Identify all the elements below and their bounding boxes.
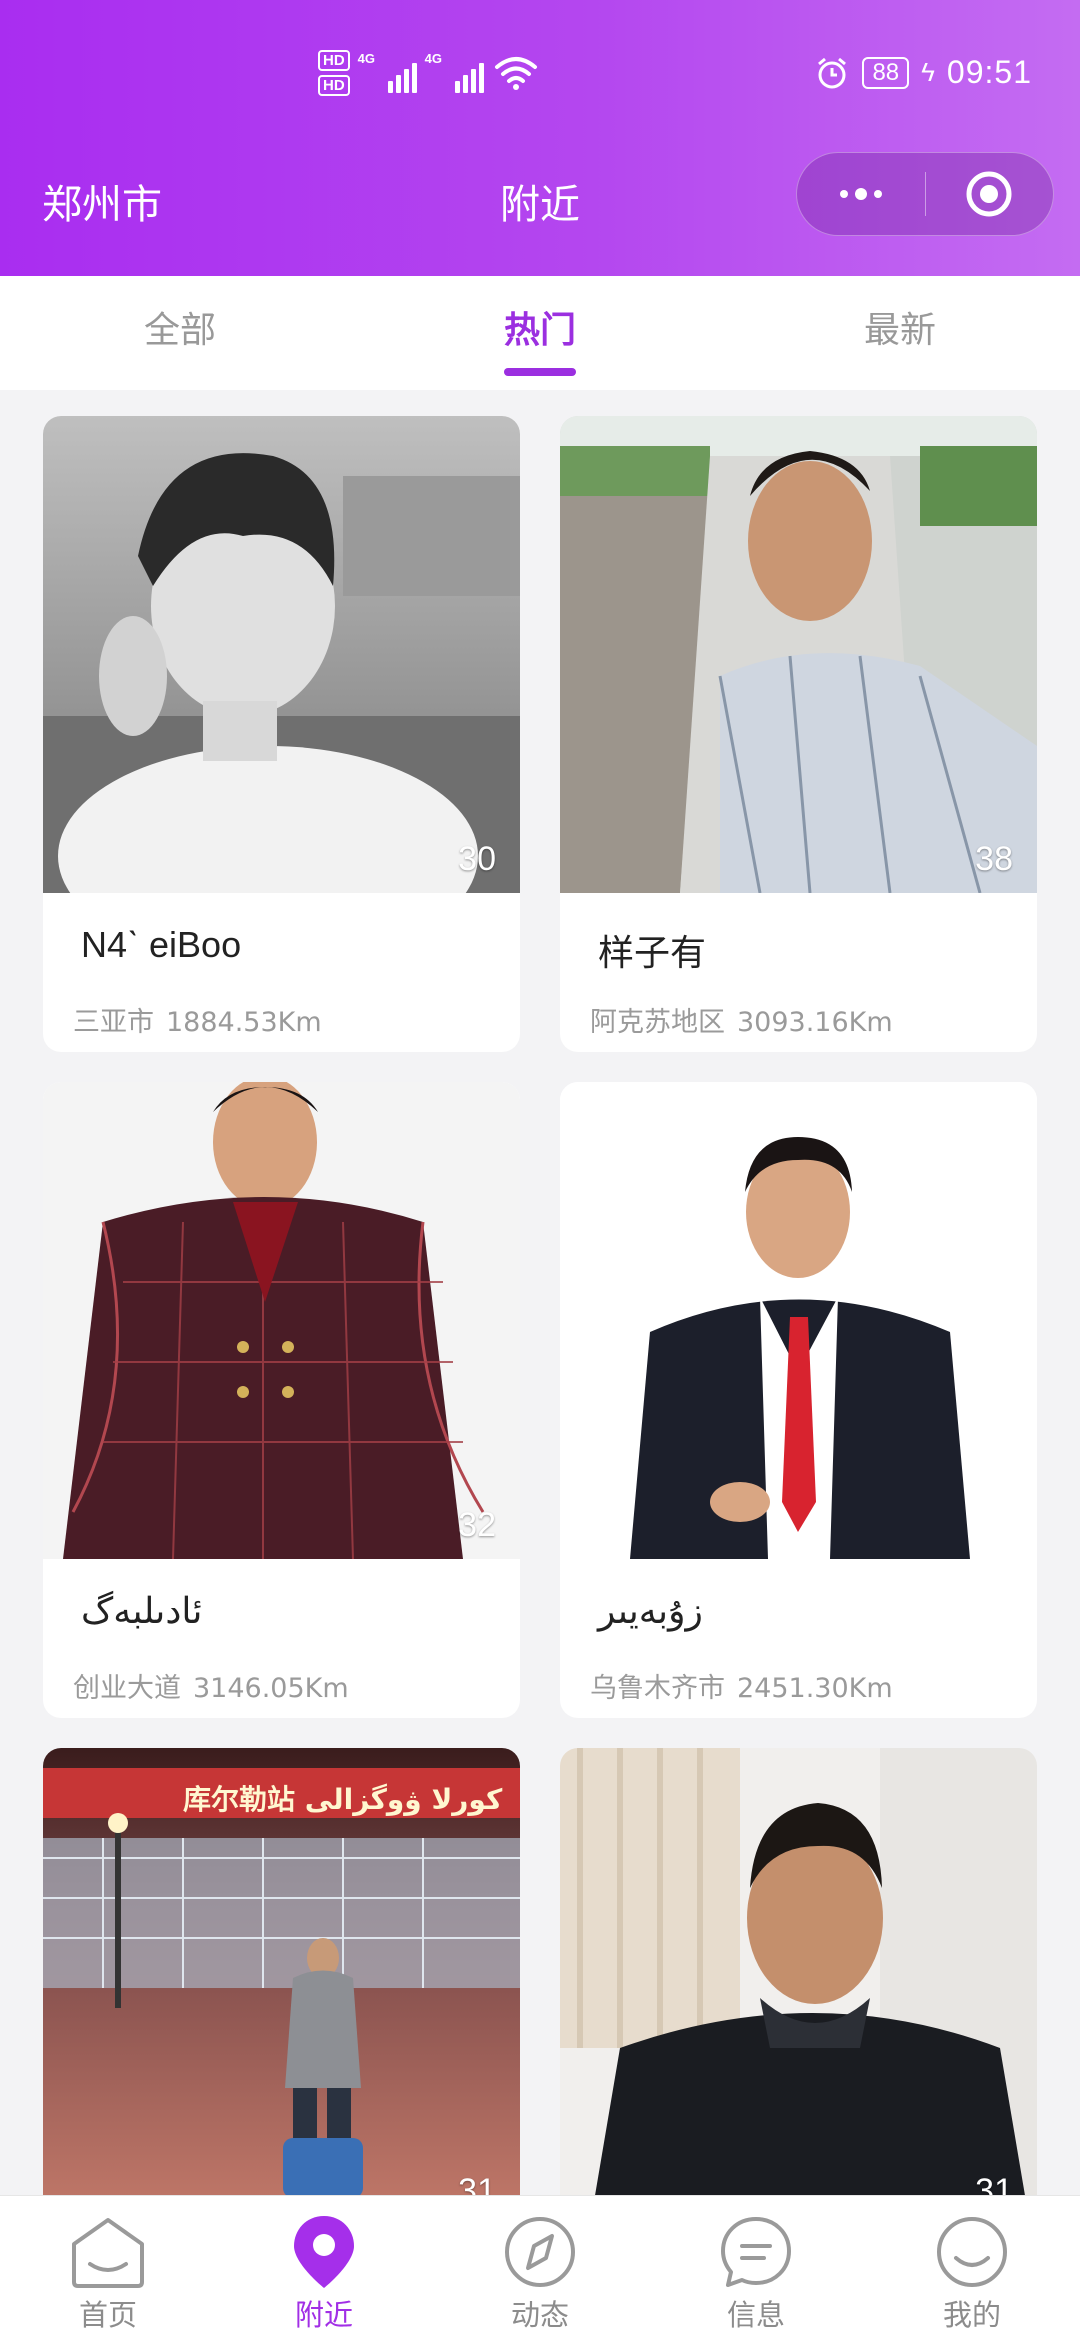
distance: 2451.30Km <box>737 1673 893 1704</box>
message-icon <box>721 2217 791 2287</box>
user-photo: 38 <box>560 416 1037 893</box>
user-card[interactable]: 31 库尔勒站 كورلا ۋوگزالى <box>43 1748 520 2195</box>
app-header: HD HD 4G 4G 88 ϟ 09:51 郑州市 附近 <box>0 0 1080 276</box>
user-card[interactable]: 31 <box>560 1748 1037 2195</box>
target-circle-icon[interactable] <box>926 152 1054 236</box>
user-card-grid: 30 N4ˋ eiBoo 三亚市 1884.53Km 38 样子有 阿克苏地区 … <box>0 390 1080 2195</box>
nav-label: 信息 <box>726 2298 785 2332</box>
age-badge: 31 <box>975 2172 1013 2195</box>
hd-badges: HD HD <box>318 50 350 96</box>
location-name: 阿克苏地区 <box>590 1007 725 1038</box>
network-type-2: 4G <box>424 51 443 66</box>
filter-tabs: 全部 热门 最新 <box>0 276 1080 390</box>
user-photo: 30 <box>43 416 520 893</box>
wifi-icon <box>494 57 537 90</box>
compass-icon <box>505 2217 575 2287</box>
network-type-1: 4G <box>357 51 376 66</box>
nav-label: 我的 <box>942 2298 1001 2332</box>
nav-label: 附近 <box>294 2298 353 2332</box>
bottom-tab-bar: 首页 附近 动态 信息 我的 <box>0 2195 1080 2340</box>
location-name: 创业大道 <box>73 1673 181 1704</box>
signal-icon: 4G <box>357 51 417 93</box>
active-tab-indicator <box>504 368 576 376</box>
mini-program-capsule <box>796 152 1054 236</box>
distance: 1884.53Km <box>166 1007 322 1038</box>
age-badge: 32 <box>458 1506 496 1544</box>
user-photo: 31 库尔勒站 كورلا ۋوگزالى <box>43 1748 520 2195</box>
user-nickname: زۇبەيىر <box>598 1590 703 1631</box>
distance: 3146.05Km <box>193 1673 349 1704</box>
tab-label: 全部 <box>143 310 216 351</box>
charging-icon: ϟ <box>921 57 935 87</box>
age-badge: 38 <box>975 840 1013 878</box>
age-badge: 31 <box>458 2172 496 2195</box>
user-card[interactable]: 30 N4ˋ eiBoo 三亚市 1884.53Km <box>43 416 520 1052</box>
user-card[interactable]: زۇبەيىر 乌鲁木齐市 2451.30Km <box>560 1082 1037 1718</box>
smile-icon <box>937 2217 1007 2287</box>
city-selector[interactable]: 郑州市 <box>42 172 162 230</box>
user-location: 乌鲁木齐市 2451.30Km <box>590 1666 893 1705</box>
status-bar: HD HD 4G 4G 88 ϟ 09:51 <box>0 40 1080 116</box>
network-indicators: HD HD 4G 4G <box>318 50 538 96</box>
station-sign: 库尔勒站 كورلا ۋوگزالى <box>183 1783 503 1816</box>
location-pin-icon <box>294 2216 354 2288</box>
user-photo <box>560 1082 1037 1559</box>
tab-label: 最新 <box>863 310 936 351</box>
tab-latest[interactable]: 最新 <box>720 276 1080 390</box>
hd-badge-2: HD <box>318 75 350 96</box>
user-card[interactable]: 38 样子有 阿克苏地区 3093.16Km <box>560 416 1037 1052</box>
nav-bar: 郑州市 附近 <box>0 150 1080 250</box>
nav-label: 动态 <box>510 2298 569 2332</box>
nav-nearby[interactable]: 附近 <box>216 2196 432 2340</box>
tab-all[interactable]: 全部 <box>0 276 360 390</box>
nav-home[interactable]: 首页 <box>0 2196 216 2340</box>
user-location: 阿克苏地区 3093.16Km <box>590 1000 893 1039</box>
user-photo: 32 <box>43 1082 520 1559</box>
nav-messages[interactable]: 信息 <box>648 2196 864 2340</box>
nav-label: 首页 <box>78 2298 137 2332</box>
user-location: 三亚市 1884.53Km <box>73 1000 322 1039</box>
tab-hot[interactable]: 热门 <box>360 276 720 390</box>
more-dots-icon[interactable] <box>797 152 925 236</box>
location-name: 乌鲁木齐市 <box>590 1673 725 1704</box>
location-name: 三亚市 <box>73 1007 154 1038</box>
signal-icon-2: 4G <box>424 51 484 93</box>
age-badge: 30 <box>458 840 496 878</box>
user-nickname: N4ˋ eiBoo <box>81 924 242 965</box>
hd-badge-1: HD <box>318 50 350 71</box>
user-nickname: ئادىلبەگ <box>81 1590 203 1631</box>
alarm-icon <box>818 57 847 88</box>
tab-label: 热门 <box>503 310 576 351</box>
battery-level: 88 <box>862 56 910 89</box>
user-photo: 31 <box>560 1748 1037 2195</box>
user-card[interactable]: 32 ئادىلبەگ 创业大道 3146.05Km <box>43 1082 520 1718</box>
user-nickname: 样子有 <box>598 932 707 973</box>
home-icon <box>72 2218 144 2288</box>
nav-moments[interactable]: 动态 <box>432 2196 648 2340</box>
nav-profile[interactable]: 我的 <box>864 2196 1080 2340</box>
distance: 3093.16Km <box>737 1007 893 1038</box>
user-location: 创业大道 3146.05Km <box>73 1666 349 1705</box>
status-right: 88 ϟ 09:51 <box>814 54 1032 91</box>
clock: 09:51 <box>946 54 1032 90</box>
